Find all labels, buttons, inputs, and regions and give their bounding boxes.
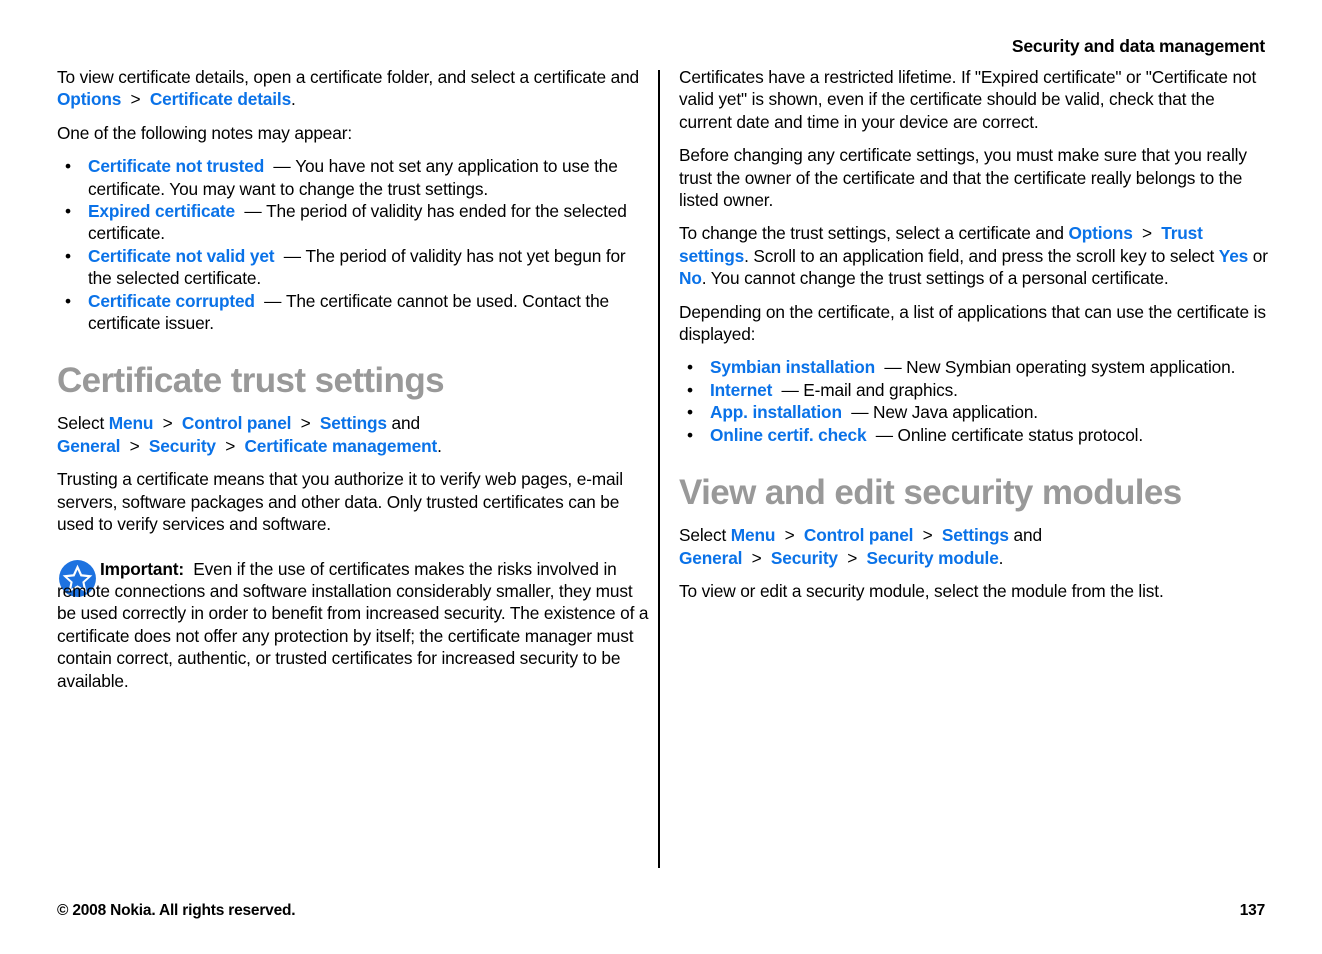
list-item: • Certificate not valid yet — The period … bbox=[57, 245, 649, 290]
bullet-term[interactable]: Certificate not valid yet bbox=[88, 246, 275, 266]
change-trust-part3: or bbox=[1248, 245, 1268, 266]
link-certificate-details[interactable]: Certificate details bbox=[150, 89, 291, 109]
select-lead: Select bbox=[57, 413, 109, 434]
bullet-dot-icon: • bbox=[687, 379, 693, 400]
change-trust-part2: . Scroll to an application field, and pr… bbox=[744, 245, 1219, 266]
change-trust-part4: . You cannot change the trust settings o… bbox=[701, 268, 1169, 289]
path-separator: > bbox=[129, 435, 140, 456]
page-number: 137 bbox=[1239, 902, 1265, 919]
bullet-dot-icon: • bbox=[65, 290, 71, 311]
left-column: To view certificate details, open a cert… bbox=[57, 66, 649, 692]
trusting-paragraph: Trusting a certificate means that you au… bbox=[57, 469, 623, 535]
list-item: • Certificate corrupted — The certificate… bbox=[57, 290, 649, 335]
path-separator: > bbox=[130, 89, 141, 110]
note-bullet-list: • Certificate not trusted — You have not … bbox=[57, 155, 649, 334]
bullet-dot-icon: • bbox=[65, 245, 71, 266]
bullet-term[interactable]: Online certif. check bbox=[710, 425, 867, 445]
important-note: Important: Even if the use of certificat… bbox=[57, 558, 649, 692]
bullet-term[interactable]: Certificate not trusted bbox=[88, 156, 264, 176]
path-separator: > bbox=[1141, 223, 1152, 244]
bullet-term[interactable]: Expired certificate bbox=[88, 201, 235, 221]
lifetime-paragraph: Certificates have a restricted lifetime.… bbox=[679, 67, 1257, 132]
path-period: . bbox=[437, 435, 442, 456]
link-security[interactable]: Security bbox=[149, 436, 216, 456]
path-separator: > bbox=[751, 547, 762, 568]
bullet-description: New Java application. bbox=[872, 402, 1038, 423]
path-separator: > bbox=[784, 525, 795, 546]
link-options[interactable]: Options bbox=[1068, 223, 1132, 243]
link-yes[interactable]: Yes bbox=[1219, 246, 1249, 266]
list-item: • App. installation — New Java applicatio… bbox=[679, 401, 1271, 423]
bullet-term[interactable]: Certificate corrupted bbox=[88, 291, 255, 311]
page-footer: © 2008 Nokia. All rights reserved. 137 bbox=[57, 902, 1265, 924]
link-general[interactable]: General bbox=[679, 548, 742, 568]
bullet-dash: — bbox=[273, 156, 291, 177]
link-settings[interactable]: Settings bbox=[942, 525, 1009, 545]
section-heading-certificate-trust-settings: Certificate trust settings bbox=[57, 361, 445, 401]
bullet-dash: — bbox=[283, 245, 301, 266]
bullet-dot-icon: • bbox=[65, 156, 71, 177]
bullet-dash: — bbox=[875, 424, 893, 445]
path-separator: > bbox=[922, 525, 933, 546]
bullet-description: New Symbian operating system application… bbox=[906, 357, 1236, 378]
bullet-dash: — bbox=[244, 201, 262, 222]
path-separator: > bbox=[300, 413, 311, 434]
link-no[interactable]: No bbox=[679, 268, 702, 288]
select-path-paragraph: Select Menu > Control panel > Settings a… bbox=[679, 524, 1271, 569]
section-heading-view-and-edit-security-modules: View and edit security modules bbox=[679, 473, 1182, 513]
link-menu[interactable]: Menu bbox=[109, 413, 154, 433]
document-page: Security and data management To view cer… bbox=[0, 0, 1322, 954]
path-separator: > bbox=[225, 435, 236, 456]
bullet-dash: — bbox=[884, 357, 902, 378]
list-item: • Online certif. check — Online certifica… bbox=[679, 424, 1271, 446]
list-item: • Symbian installation — New Symbian oper… bbox=[679, 356, 1271, 378]
select-lead: Select bbox=[679, 525, 731, 546]
path-conjunction: and bbox=[1008, 525, 1043, 546]
select-path-paragraph: Select Menu > Control panel > Settings a… bbox=[57, 412, 649, 457]
change-trust-paragraph: To change the trust settings, select a c… bbox=[679, 222, 1271, 289]
path-separator: > bbox=[847, 547, 858, 568]
important-note-label: Important: bbox=[100, 558, 184, 579]
bullet-description: Online certificate status protocol. bbox=[897, 424, 1144, 445]
bullet-term[interactable]: App. installation bbox=[710, 402, 842, 422]
application-bullet-list: • Symbian installation — New Symbian oper… bbox=[679, 356, 1271, 446]
intro-text-part2: . bbox=[291, 89, 296, 110]
trust-owner-paragraph: Before changing any certificate settings… bbox=[679, 145, 1247, 211]
closing-paragraph: To view or edit a security module, selec… bbox=[679, 580, 1164, 601]
link-control-panel[interactable]: Control panel bbox=[182, 413, 292, 433]
intro-paragraph: To view certificate details, open a cert… bbox=[57, 66, 649, 111]
link-options[interactable]: Options bbox=[57, 89, 121, 109]
bullet-description: E-mail and graphics. bbox=[803, 379, 958, 400]
bullet-dot-icon: • bbox=[65, 201, 71, 222]
link-control-panel[interactable]: Control panel bbox=[804, 525, 914, 545]
path-conjunction: and bbox=[386, 413, 421, 434]
path-period: . bbox=[998, 547, 1004, 568]
list-item: • Internet — E-mail and graphics. bbox=[679, 379, 1271, 401]
bullet-dot-icon: • bbox=[687, 402, 693, 423]
link-security[interactable]: Security bbox=[771, 548, 838, 568]
bullet-term[interactable]: Symbian installation bbox=[710, 357, 875, 377]
link-security-module[interactable]: Security module bbox=[866, 548, 998, 568]
list-item: • Certificate not trusted — You have not … bbox=[57, 155, 649, 200]
link-certificate-management[interactable]: Certificate management bbox=[244, 436, 437, 456]
change-trust-part1: To change the trust settings, select a c… bbox=[679, 223, 1069, 244]
intro-text-part1: To view certificate details, open a cert… bbox=[57, 67, 639, 87]
bullet-dot-icon: • bbox=[687, 357, 693, 378]
depending-lead-paragraph: Depending on the certificate, a list of … bbox=[679, 301, 1266, 345]
bullet-dot-icon: • bbox=[687, 424, 693, 445]
running-header-title: Security and data management bbox=[1011, 36, 1265, 56]
bullet-dash: — bbox=[851, 402, 869, 423]
copyright-notice: © 2008 Nokia. All rights reserved. bbox=[57, 902, 296, 919]
path-separator: > bbox=[162, 413, 173, 434]
bullet-dash: — bbox=[781, 379, 799, 400]
link-menu[interactable]: Menu bbox=[731, 525, 776, 545]
bullet-term[interactable]: Internet bbox=[710, 380, 772, 400]
list-item: • Expired certificate — The period of val… bbox=[57, 200, 649, 245]
two-column-body: To view certificate details, open a cert… bbox=[57, 66, 1268, 876]
notes-lead-paragraph: One of the following notes may appear: bbox=[57, 122, 352, 143]
link-general[interactable]: General bbox=[57, 436, 120, 456]
bullet-dash: — bbox=[264, 290, 282, 311]
right-column: Certificates have a restricted lifetime.… bbox=[679, 66, 1271, 602]
link-settings[interactable]: Settings bbox=[320, 413, 387, 433]
